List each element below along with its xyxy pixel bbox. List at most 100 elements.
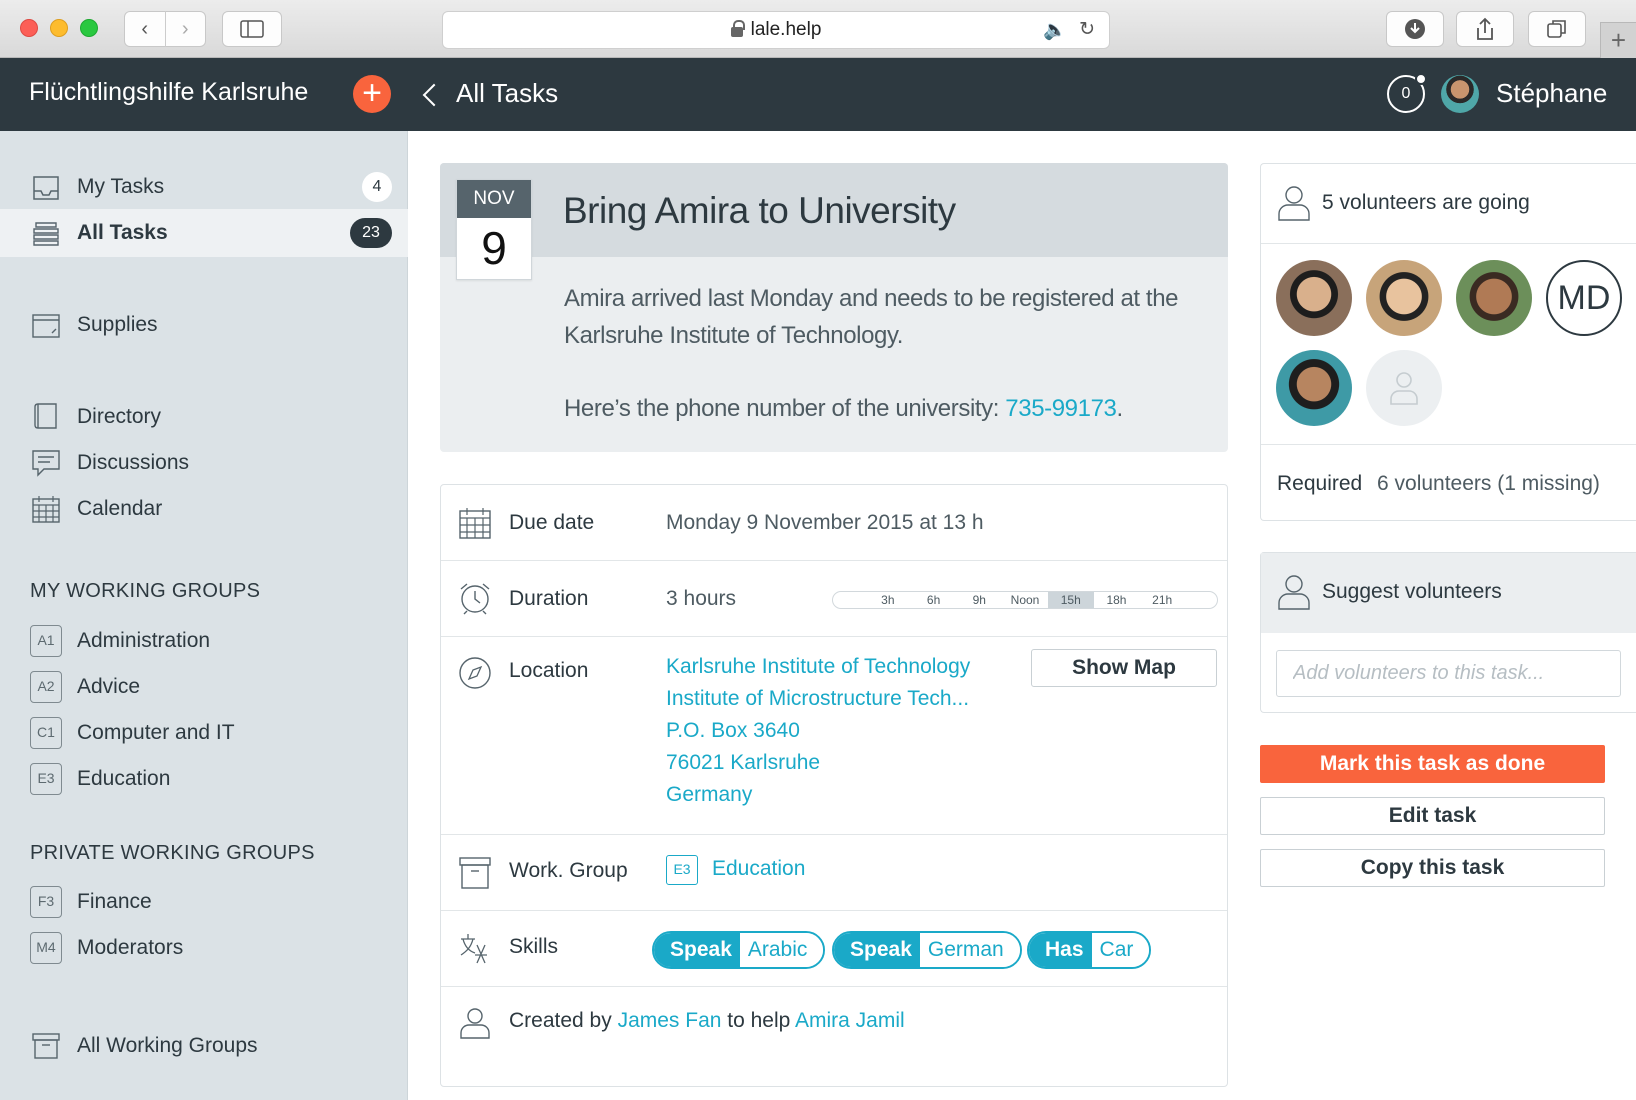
sidebar-item-all-working-groups[interactable]: All Working Groups <box>0 1022 408 1070</box>
show-map-button[interactable]: Show Map <box>1031 649 1217 687</box>
sidebar-item-label: Computer and IT <box>77 721 235 744</box>
beneficiary-link[interactable]: Amira Jamil <box>795 1009 905 1032</box>
sidebar-item-label: Calendar <box>77 497 163 520</box>
book-icon <box>34 403 57 429</box>
app-header: Flüchtlingshilfe Karlsruhe + All Tasks 0… <box>0 58 1636 131</box>
volunteer-initials-avatar[interactable]: MD <box>1546 260 1622 336</box>
sidebar-group-education[interactable]: E3 Education <box>0 755 408 803</box>
group-code-badge: M4 <box>30 932 62 964</box>
zoom-window-button[interactable] <box>80 19 98 37</box>
chat-icon <box>32 450 60 477</box>
volunteer-avatar[interactable] <box>1276 260 1352 336</box>
work-group-label: Work. Group <box>509 859 628 882</box>
sidebar-item-label: Finance <box>77 890 152 913</box>
mark-done-button[interactable]: Mark this task as done <box>1260 745 1605 783</box>
sidebar-group-finance[interactable]: F3 Finance <box>0 878 408 926</box>
sidebar: My Tasks 4 All Tasks 23 Supplies Directo… <box>0 131 408 1100</box>
archive-icon <box>459 857 491 889</box>
sidebar-item-my-tasks[interactable]: My Tasks 4 <box>0 163 408 211</box>
tabs-overview-icon[interactable] <box>1528 11 1586 47</box>
volunteer-avatar[interactable] <box>1366 260 1442 336</box>
due-date-value: Monday 9 November 2015 at 13 h <box>666 511 984 534</box>
timeline-tick: 21h <box>1152 593 1173 607</box>
close-window-button[interactable] <box>20 19 38 37</box>
phone-link[interactable]: 735-99173 <box>1005 395 1117 422</box>
skill-tag[interactable]: Speak Arabic <box>652 931 826 969</box>
work-group-link[interactable]: Education <box>712 857 805 881</box>
lock-icon <box>730 20 745 37</box>
sidebar-item-label: Discussions <box>77 451 190 474</box>
share-icon[interactable] <box>1456 11 1514 47</box>
org-name[interactable]: Flüchtlingshilfe Karlsruhe <box>29 78 308 107</box>
suggest-heading: Suggest volunteers <box>1322 580 1502 603</box>
sidebar-item-all-tasks[interactable]: All Tasks 23 <box>0 209 408 257</box>
suggest-volunteers-card: Suggest volunteers <box>1260 552 1636 713</box>
reload-icon[interactable]: ↻ <box>1079 18 1095 42</box>
url-text: lale.help <box>750 19 822 40</box>
description-paragraph: Here’s the phone number of the universit… <box>564 390 1184 427</box>
person-icon <box>1278 575 1310 610</box>
volunteer-avatar[interactable] <box>1276 350 1352 426</box>
duration-timeline: 3h 6h 9h Noon 15h 18h 21h <box>832 591 1218 609</box>
sidebar-item-calendar[interactable]: Calendar <box>0 485 408 533</box>
sidebar-item-directory[interactable]: Directory <box>0 393 408 441</box>
compass-icon <box>459 657 491 689</box>
date-month: NOV <box>457 180 531 218</box>
volunteer-avatar[interactable] <box>1456 260 1532 336</box>
timeline-tick: 18h <box>1106 593 1127 607</box>
archive-icon <box>32 1033 60 1059</box>
creator-link[interactable]: James Fan <box>618 1009 722 1032</box>
sidebar-item-label: Advice <box>77 675 141 698</box>
timeline-tick: 3h <box>881 593 895 607</box>
group-code-badge: E3 <box>666 855 698 885</box>
skill-verb: Has <box>1029 933 1092 967</box>
username[interactable]: Stéphane <box>1496 78 1607 109</box>
edit-task-button[interactable]: Edit task <box>1260 797 1605 835</box>
copy-task-button[interactable]: Copy this task <box>1260 849 1605 887</box>
stack-icon <box>33 222 59 246</box>
back-arrow-icon[interactable]: ‹ <box>125 18 165 41</box>
address-line[interactable]: Germany <box>666 779 970 811</box>
notifications-button[interactable]: 0 <box>1387 73 1427 113</box>
empty-volunteer-slot[interactable] <box>1366 350 1442 426</box>
work-group-row: Work. Group E3 Education <box>441 835 1227 911</box>
timeline-tick: 6h <box>926 593 941 607</box>
skill-tag[interactable]: Has Car <box>1027 931 1152 969</box>
sidebar-group-administration[interactable]: A1 Administration <box>0 617 408 665</box>
address-line[interactable]: 76021 Karlsruhe <box>666 747 970 779</box>
due-date-row: Due date Monday 9 November 2015 at 13 h <box>441 485 1227 561</box>
back-link[interactable]: All Tasks <box>422 78 558 109</box>
address-line[interactable]: Karlsruhe Institute of Technology <box>666 651 970 683</box>
skill-object: German <box>919 933 1020 967</box>
user-avatar[interactable] <box>1441 75 1479 113</box>
sidebar-toggle-icon[interactable] <box>222 11 282 47</box>
add-button[interactable]: + <box>353 75 391 113</box>
timeline-tick-highlighted: 15h <box>1047 592 1094 608</box>
sidebar-group-advice[interactable]: A2 Advice <box>0 663 408 711</box>
date-badge: NOV 9 <box>456 179 532 280</box>
minimize-window-button[interactable] <box>50 19 68 37</box>
skill-verb: Speak <box>834 933 920 967</box>
sidebar-item-label: My Tasks <box>77 175 165 198</box>
sidebar-group-moderators[interactable]: M4 Moderators <box>0 924 408 972</box>
new-tab-button[interactable]: + <box>1600 22 1636 58</box>
task-summary-card: NOV 9 Bring Amira to University Amira ar… <box>440 163 1228 452</box>
skills-label: Skills <box>509 935 559 958</box>
address-line[interactable]: P.O. Box 3640 <box>666 715 970 747</box>
speaker-icon[interactable]: 🔈 <box>1043 18 1067 42</box>
downloads-icon[interactable] <box>1386 11 1444 47</box>
sidebar-item-supplies[interactable]: Supplies <box>0 301 408 349</box>
address-bar[interactable]: lale.help 🔈 ↻ <box>442 11 1110 49</box>
location-row: Location Karlsruhe Institute of Technolo… <box>441 637 1227 835</box>
address-line[interactable]: Institute of Microstructure Tech... <box>666 683 970 715</box>
private-groups-heading: PRIVATE WORKING GROUPS <box>30 842 315 864</box>
duration-row: Duration 3 hours 3h 6h 9h Noon 15h 18h 2… <box>441 561 1227 637</box>
forward-arrow-icon[interactable]: › <box>166 18 206 41</box>
sidebar-item-discussions[interactable]: Discussions <box>0 439 408 487</box>
skill-tag[interactable]: Speak German <box>832 931 1022 969</box>
volunteers-header: 5 volunteers are going <box>1261 164 1636 244</box>
sidebar-group-computer-and-it[interactable]: C1 Computer and IT <box>0 709 408 757</box>
sidebar-item-label: All Tasks <box>77 221 168 244</box>
group-code-badge: F3 <box>30 886 62 918</box>
add-volunteers-input[interactable] <box>1276 650 1621 697</box>
